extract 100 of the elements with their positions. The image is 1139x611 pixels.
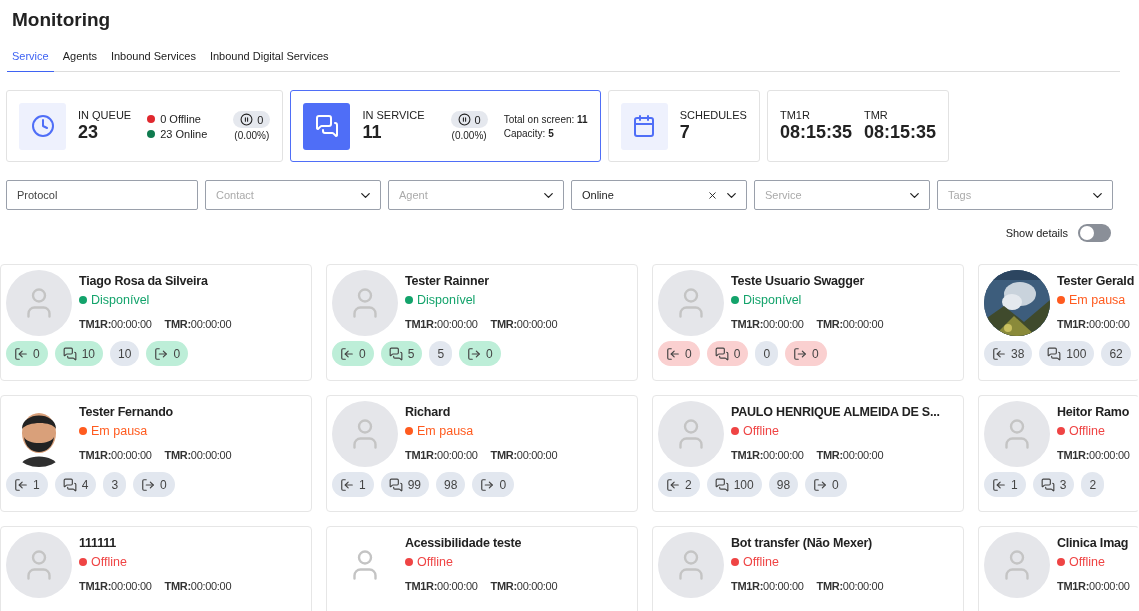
status-text: Offline	[91, 555, 127, 569]
agent-name: 111111	[79, 535, 118, 551]
agent-name: Heitor Ramo	[1057, 404, 1130, 420]
toggle-switch[interactable]	[1078, 224, 1111, 242]
paused-count: 0	[450, 111, 488, 128]
calendar-icon	[632, 114, 657, 138]
legend-text: 23 Online	[160, 127, 208, 140]
time-text: TMR:00:00:00	[164, 449, 232, 461]
exit-icon	[141, 477, 156, 492]
counter-pill: 5	[429, 341, 453, 366]
status-text: Offline	[1069, 424, 1105, 438]
time-text: TM1R:00:00:00	[731, 318, 804, 330]
counter-pill: 99	[380, 472, 430, 497]
paused-share: (0.00%)	[234, 130, 270, 141]
agent-name: Tester Gerald	[1057, 273, 1133, 289]
time-text: TMR:00:00:00	[490, 449, 558, 461]
status-text: Em pausa	[1069, 293, 1126, 307]
agent-name: Acessibilidade teste	[405, 535, 523, 551]
chat-icon	[62, 346, 77, 361]
time-text: TMR:00:00:00	[816, 449, 884, 461]
time-text: TM1R:00:00:00	[405, 580, 478, 592]
counter-pill: 0	[472, 472, 515, 497]
counter-pill: 0	[658, 341, 700, 366]
paused-count: 0	[233, 111, 271, 128]
tab[interactable]: Service	[7, 50, 54, 72]
agent-name: Tiago Rosa da Silveira	[79, 273, 209, 289]
counter-pill: 0	[332, 341, 374, 366]
time-text: TM1R:00:00:00	[405, 318, 478, 330]
counter-pill: 5	[380, 341, 423, 366]
entry-icon	[340, 346, 354, 361]
protocol-field[interactable]: Protocol	[6, 180, 198, 210]
time-text: TMR:00:00:00	[164, 580, 232, 592]
status-text: Offline	[417, 555, 453, 569]
status-text: Disponível	[743, 293, 802, 307]
stat-value: 11	[362, 121, 383, 143]
status-text: Em pausa	[417, 424, 474, 438]
entry-icon	[14, 477, 28, 492]
counter-pill: 0	[133, 472, 175, 497]
exit-icon	[793, 346, 808, 361]
counter-pill: 100	[1039, 341, 1095, 366]
status-text: Offline	[743, 555, 779, 569]
filter-select[interactable]: Contact	[205, 180, 381, 210]
counter-pill: 0	[706, 341, 749, 366]
stat-label: IN SERVICE	[362, 109, 425, 121]
counter-pill: 1	[6, 472, 48, 497]
agent-name: Richard	[405, 404, 452, 420]
clock-icon	[30, 114, 55, 138]
pause-icon	[457, 113, 471, 126]
filter-select[interactable]: Agent	[388, 180, 564, 210]
stat-label: SCHEDULES	[679, 109, 747, 121]
counter-pill: 1	[984, 472, 1026, 497]
chat-icon	[1040, 477, 1055, 492]
toggle-label: Show details	[1005, 227, 1068, 239]
time-text: TM1R:00:00:00	[1057, 318, 1130, 330]
filter-select[interactable]: Online	[571, 180, 747, 210]
time-text: TM1R:00:00:00	[1057, 449, 1130, 461]
counter-pill: 1	[332, 472, 374, 497]
tab[interactable]: Inbound Services	[105, 50, 201, 72]
stat-value: 08:15:35	[779, 121, 852, 143]
agent-name: Bot transfer (Não Mexer)	[731, 535, 874, 551]
time-text: TMR:00:00:00	[816, 580, 884, 592]
agent-name: PAULO HENRIQUE ALMEIDA DE S...	[731, 404, 940, 420]
counter-pill: 0	[6, 341, 48, 366]
entry-icon	[666, 477, 680, 492]
time-text: TM1R:00:00:00	[731, 580, 804, 592]
stat-value: 08:15:35	[863, 121, 937, 143]
counter-pill: 98	[436, 472, 466, 497]
counter-pill: 3	[103, 472, 127, 497]
status-text: Em pausa	[91, 424, 148, 438]
status-text: Disponível	[417, 293, 476, 307]
counter-pill: 2	[1081, 472, 1105, 497]
counter-pill: 100	[706, 472, 762, 497]
chat-icon	[714, 477, 729, 492]
filter-select[interactable]: Tags	[937, 180, 1113, 210]
stat-value: 7	[679, 121, 691, 143]
entry-icon	[666, 346, 680, 361]
exit-icon	[813, 477, 828, 492]
total-text: Total on screen: 11	[503, 113, 588, 125]
counter-pill: 0	[146, 341, 189, 366]
entry-icon	[992, 346, 1006, 361]
clear-icon[interactable]	[707, 189, 718, 201]
counter-pill: 98	[768, 472, 799, 497]
chat-icon	[314, 114, 339, 138]
time-text: TM1R:00:00:00	[79, 318, 152, 330]
chat-icon	[1047, 346, 1062, 361]
entry-icon	[14, 346, 28, 361]
agent-name: Tester Rainner	[405, 273, 490, 289]
counter-pill: 0	[459, 341, 501, 366]
tab[interactable]: Agents	[57, 50, 102, 72]
tab[interactable]: Inbound Digital Services	[204, 50, 334, 72]
stat-value: 23	[78, 121, 100, 143]
entry-icon	[992, 477, 1006, 492]
legend-text: 0 Offline	[160, 112, 201, 125]
page-title: Monitoring	[12, 9, 112, 31]
status-text: Offline	[743, 424, 779, 438]
counter-pill: 10	[54, 341, 104, 366]
counter-pill: 0	[785, 341, 827, 366]
filter-select[interactable]: Service	[754, 180, 930, 210]
agent-name: Clinica Imag	[1057, 535, 1130, 551]
stat-label: IN QUEUE	[78, 109, 132, 121]
